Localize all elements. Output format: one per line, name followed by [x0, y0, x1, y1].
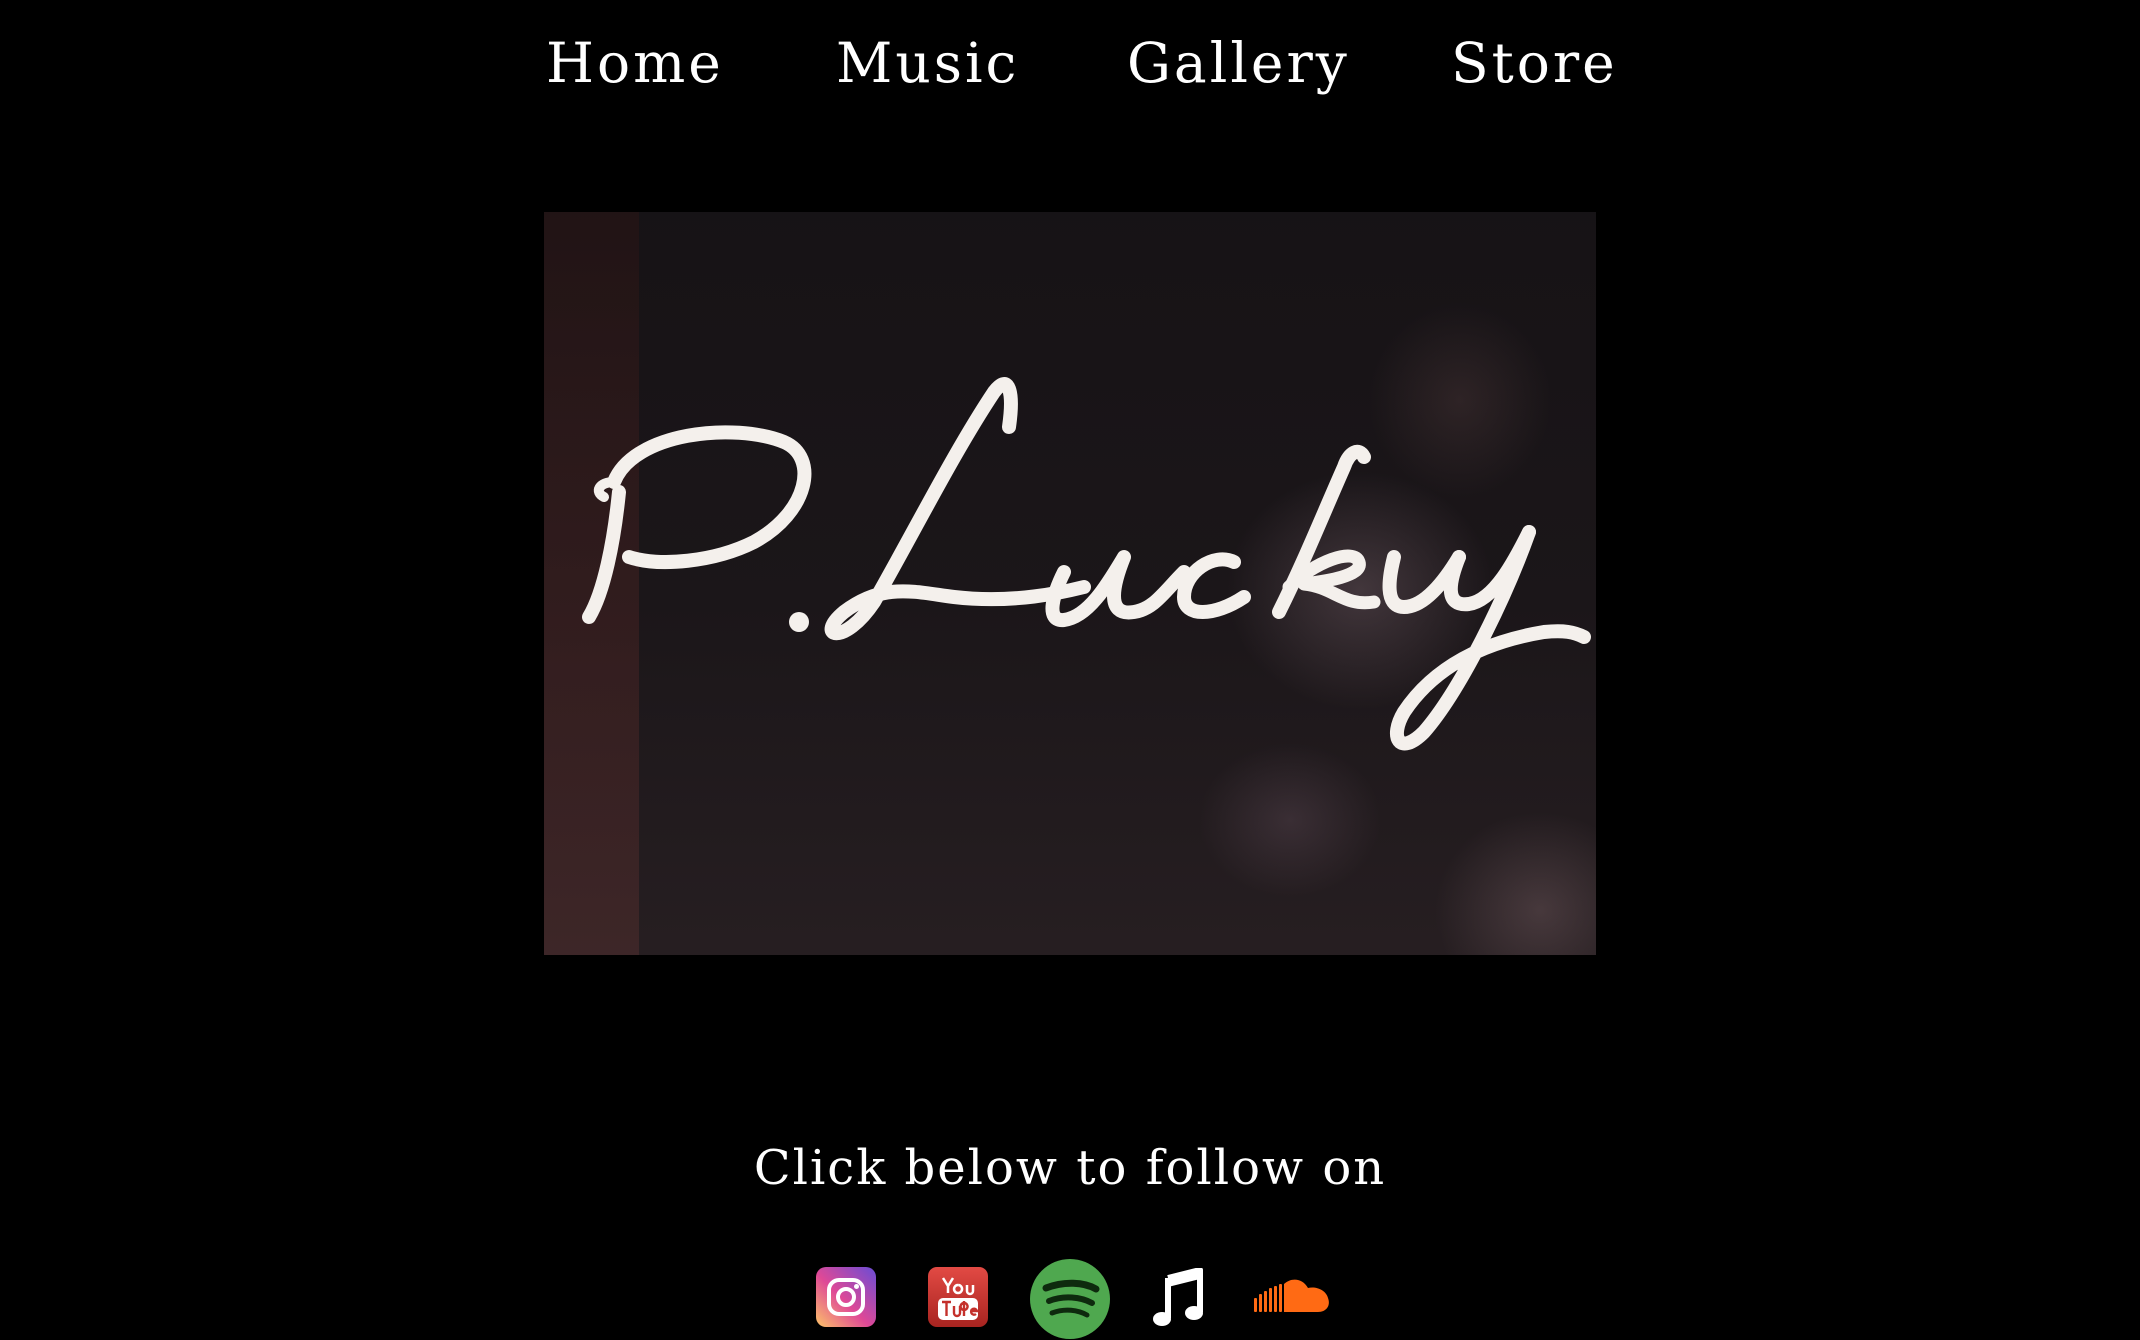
main-nav: Home Music Gallery Store [0, 28, 2140, 98]
spotify-icon[interactable] [1029, 1258, 1111, 1340]
youtube-icon[interactable] [927, 1266, 989, 1328]
nav-item-gallery[interactable]: Gallery [1127, 28, 1350, 98]
apple-music-icon[interactable] [1152, 1268, 1208, 1328]
social-links [0, 1254, 2140, 1340]
hero-logo-signature [582, 377, 1591, 751]
nav-item-store[interactable]: Store [1451, 28, 1618, 98]
follow-prompt-text: Click below to follow on [753, 1140, 1387, 1196]
soundcloud-icon[interactable] [1254, 1276, 1334, 1316]
hero-logo-image [544, 212, 1596, 955]
nav-item-music[interactable]: Music [836, 28, 1019, 98]
nav-item-home[interactable]: Home [546, 28, 724, 98]
instagram-icon[interactable] [815, 1266, 877, 1328]
